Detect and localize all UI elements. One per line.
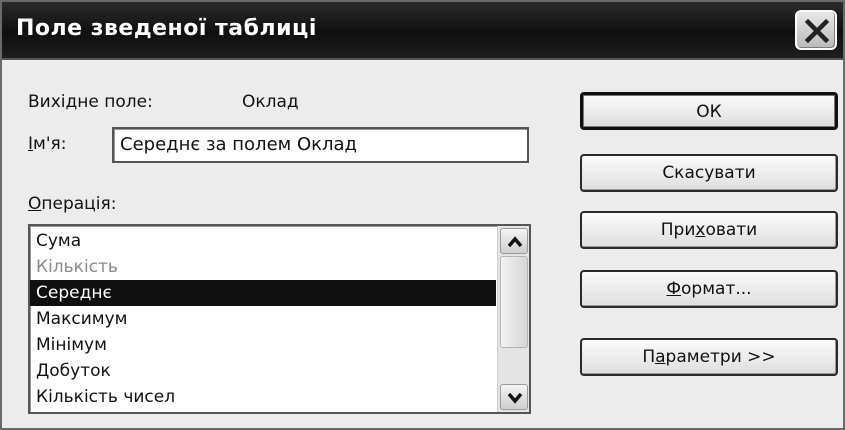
ok-button[interactable]: ОК — [580, 92, 838, 130]
list-item-product[interactable]: Добуток — [30, 358, 496, 384]
hide-label-a: При — [660, 220, 696, 240]
format-label-accel: Ф — [666, 279, 682, 299]
hide-label-accel: х — [695, 220, 706, 240]
operation-label-rest: перація: — [41, 194, 117, 214]
list-item-min[interactable]: Мінімум — [30, 332, 496, 358]
name-label-rest: м'я: — [33, 134, 67, 154]
list-item-average[interactable]: Середнє — [30, 280, 496, 306]
scroll-thumb[interactable] — [500, 256, 528, 348]
source-field-label: Вихідне поле: — [28, 92, 153, 112]
params-label-accel: а — [655, 347, 666, 367]
hide-label-b: овати — [705, 220, 758, 240]
source-field-value: Оклад — [242, 92, 299, 112]
cancel-button[interactable]: Скасувати — [580, 154, 838, 192]
title-bar: Поле зведеної таблиці — [2, 2, 843, 60]
parameters-button[interactable]: Параметри >> — [580, 338, 838, 376]
list-item-max[interactable]: Максимум — [30, 306, 496, 332]
format-label-b: ормат... — [681, 279, 752, 299]
close-button[interactable] — [795, 10, 837, 50]
scroll-up-button[interactable] — [500, 228, 528, 254]
name-input[interactable]: Середнє за полем Оклад — [112, 127, 529, 163]
params-label-a: П — [642, 347, 656, 367]
scroll-down-button[interactable] — [500, 384, 528, 410]
operation-label: Операція: — [28, 194, 116, 214]
operation-scrollbar[interactable] — [497, 226, 529, 412]
operation-items: Сума Кількість Середнє Максимум Мінімум … — [30, 228, 496, 410]
format-button[interactable]: Формат... — [580, 270, 838, 308]
operation-label-accel: О — [28, 194, 42, 214]
name-field-label: Ім'я: — [28, 134, 66, 154]
dialog-title: Поле зведеної таблиці — [16, 16, 317, 41]
chevron-up-icon — [507, 236, 523, 248]
pivot-field-dialog: Поле зведеної таблиці Вихідне поле: Окла… — [0, 0, 845, 430]
list-item-count[interactable]: Кількість — [30, 254, 496, 280]
list-item-count-numbers[interactable]: Кількість чисел — [30, 384, 496, 410]
close-icon — [804, 18, 830, 44]
params-label-b: раметри >> — [665, 347, 776, 367]
chevron-down-icon — [507, 392, 523, 404]
operation-listbox[interactable]: Сума Кількість Середнє Максимум Мінімум … — [28, 224, 531, 414]
hide-button[interactable]: Приховати — [580, 211, 838, 249]
list-item-sum[interactable]: Сума — [30, 228, 496, 254]
